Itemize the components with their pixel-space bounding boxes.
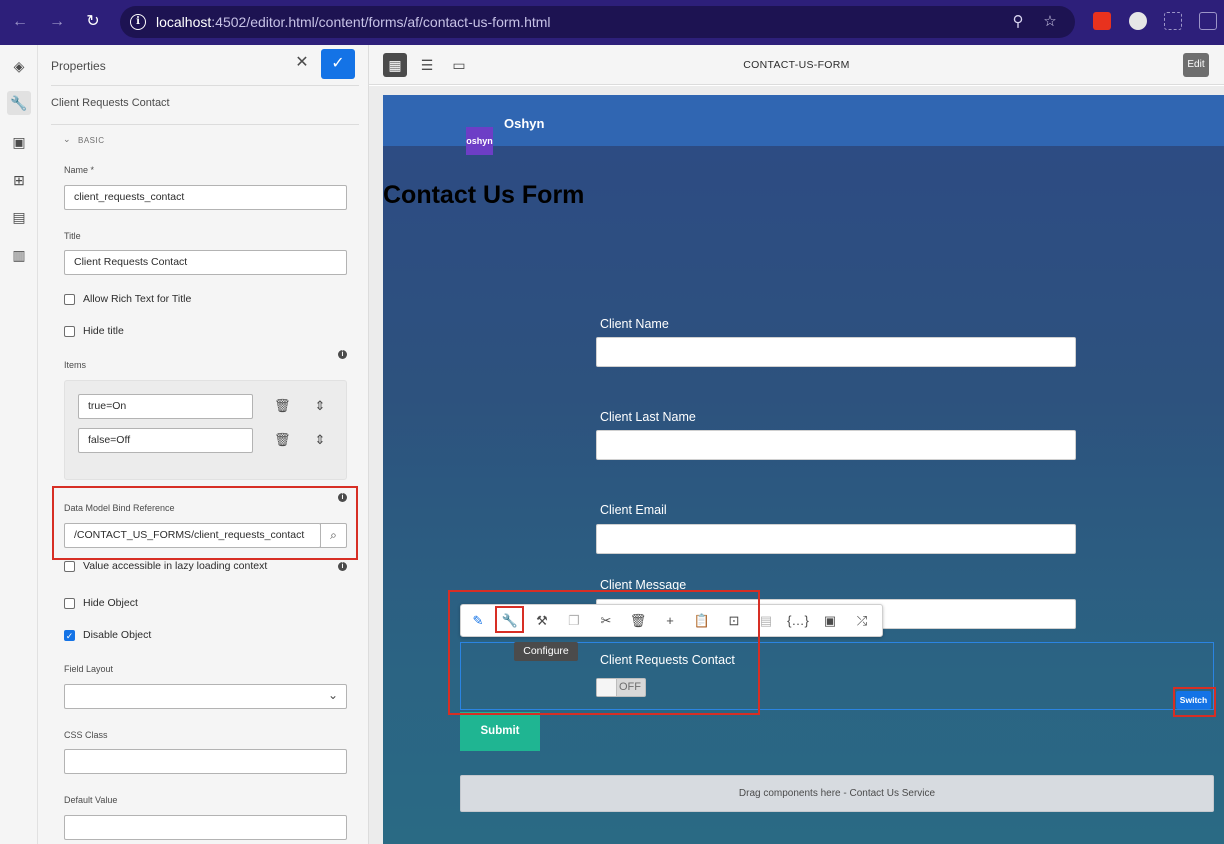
info-icon[interactable]: i [338,562,347,571]
form-page: Oshyn oshyn Contact Us Form Client Name … [383,95,1224,844]
browser-toolbar: ← → ↻ i localhost:4502/editor.html/conte… [0,0,1224,45]
url-text[interactable]: localhost:4502/editor.html/content/forms… [156,14,551,30]
data-sources-icon[interactable]: ▥ [7,243,31,267]
extensions-puzzle-icon[interactable] [1199,12,1217,30]
info-icon[interactable]: i [338,350,347,359]
chevron-down-icon[interactable]: ⌄ [63,134,71,145]
title-field[interactable]: Client Requests Contact [64,250,347,275]
client-last-name-label: Client Last Name [600,410,696,424]
divider [51,85,359,86]
drop-zone[interactable]: Drag components here - Contact Us Servic… [460,775,1214,812]
reorder-icon[interactable]: ⇕ [313,398,327,414]
properties-panel: Properties ✕ ✓ Client Requests Contact ⌄… [38,45,369,844]
wrench-icon[interactable]: 🔧 [7,91,31,115]
page-title: CONTACT-US-FORM [743,59,850,71]
highlight-box [448,590,760,715]
editor-canvas: Oshyn oshyn Contact Us Form Client Name … [369,86,1224,844]
default-value-label: Default Value [64,795,118,805]
side-rail: ◈ 🔧 ▣ ⊞ ▤ ▥ [0,45,38,844]
default-value-field[interactable] [64,815,347,840]
reload-icon[interactable]: ↻ [83,12,103,32]
assets-icon[interactable]: ▣ [7,130,31,154]
lazy-loading-label: Value accessible in lazy loading context [83,560,268,572]
lazy-loading-checkbox[interactable] [64,561,75,572]
panel-title: Properties [51,59,106,73]
form-title: Contact Us Form [383,181,585,209]
replace-icon[interactable]: ⤮ [851,611,873,631]
hide-title-label: Hide title [83,325,124,337]
hide-object-checkbox[interactable] [64,598,75,609]
url-host: localhost [156,14,212,30]
name-field[interactable]: client_requests_contact [64,185,347,210]
zoom-icon[interactable]: ⚲ [1009,13,1027,31]
hide-title-checkbox[interactable] [64,326,75,337]
checkmark-icon: ✓ [331,55,345,72]
info-icon[interactable]: i [338,493,347,502]
site-info-icon[interactable]: i [130,14,146,30]
submit-button[interactable]: Submit [460,712,540,751]
extension-icon[interactable] [1129,12,1147,30]
name-label: Name * [64,165,95,175]
section-basic[interactable]: BASIC [78,136,105,145]
layers-icon[interactable]: ◈ [7,54,31,78]
field-layout-label: Field Layout [64,664,114,674]
highlight-box [1173,687,1216,717]
bind-label: Data Model Bind Reference [64,503,175,513]
chevron-down-icon: ⌄ [327,688,338,702]
trash-icon[interactable]: 🗑 [274,398,291,414]
client-name-input[interactable] [596,337,1076,367]
site-header: Oshyn [383,95,1224,146]
disable-object-label: Disable Object [83,629,152,641]
bind-reference-field[interactable]: /CONTACT_US_FORMS/client_requests_contac… [64,523,321,548]
item-field[interactable]: true=On [78,394,253,419]
css-class-label: CSS Class [64,730,108,740]
client-email-label: Client Email [600,503,667,517]
screenshot-extension-icon[interactable] [1164,12,1182,30]
adobe-extension-icon[interactable] [1093,12,1111,30]
url-path: :4502/editor.html/content/forms/af/conta… [211,14,551,30]
field-layout-select[interactable]: ⌄ [64,684,347,709]
rich-text-label: Allow Rich Text for Title [83,293,192,305]
forward-icon[interactable]: → [47,12,67,32]
oshyn-logo[interactable]: oshyn [466,127,493,155]
item-field[interactable]: false=Off [78,428,253,453]
address-bar[interactable]: i localhost:4502/editor.html/content/for… [120,6,1075,38]
client-last-name-input[interactable] [596,430,1076,460]
mode-edit-button[interactable]: Edit [1183,53,1209,77]
client-name-label: Client Name [600,317,669,331]
disable-object-checkbox[interactable]: ✓ [64,630,75,641]
component-name: Client Requests Contact [51,97,170,109]
brand-name[interactable]: Oshyn [504,116,544,131]
hide-object-label: Hide Object [83,597,138,609]
title-label: Title [64,231,81,241]
bookmark-star-icon[interactable]: ☆ [1041,13,1059,31]
done-button[interactable]: ✓ [321,49,355,79]
reorder-icon[interactable]: ⇕ [313,432,327,448]
items-list: true=On 🗑 ⇕ false=Off 🗑 ⇕ [64,380,347,480]
components-icon[interactable]: ⊞ [7,168,31,192]
browse-icon[interactable]: ⌕ [320,523,347,548]
rules-icon[interactable]: {…} [787,611,809,631]
back-icon[interactable]: ← [10,12,30,32]
trash-icon[interactable]: 🗑 [274,432,291,448]
document-icon[interactable]: ▤ [7,205,31,229]
items-label: Items [64,360,87,370]
client-email-input[interactable] [596,524,1076,554]
close-icon[interactable]: ✕ [292,53,312,73]
save-fragment-icon[interactable]: ▣ [819,611,841,631]
rich-text-checkbox[interactable] [64,294,75,305]
css-class-field[interactable] [64,749,347,774]
divider [51,124,359,125]
editor-toolbar: ▦ ☰ ▭ CONTACT-US-FORM Edit [369,45,1224,85]
